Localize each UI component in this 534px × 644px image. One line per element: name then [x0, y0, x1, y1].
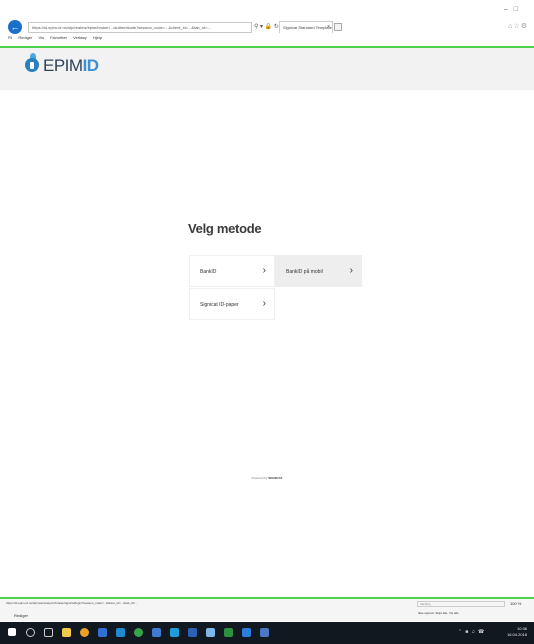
- skype-icon[interactable]: [170, 628, 179, 637]
- logo-icon: [25, 58, 39, 72]
- status-url: https://id.epim-id.no/idp/realms/epim/br…: [6, 601, 138, 605]
- menu-bar: Fil Rediger Vis Favoritter Verktøy Hjelp: [8, 35, 107, 40]
- powered-by-brand: SIGNICAT: [268, 476, 283, 480]
- logo: EPIMID: [43, 56, 99, 76]
- excel-icon[interactable]: [224, 628, 233, 637]
- browser-chrome: ← https://id.epim-id.no/idp/realms/epim/…: [0, 0, 534, 46]
- menu-item-tools[interactable]: Verktøy: [73, 35, 87, 40]
- new-tab-button[interactable]: [334, 23, 342, 31]
- word-icon[interactable]: [98, 628, 107, 637]
- powered-by: Powered by SIGNICAT: [0, 476, 534, 480]
- address-actions[interactable]: ⚲ ▾ 🔒 ↻: [254, 23, 279, 30]
- menu-item-help[interactable]: Hjelp: [93, 35, 102, 40]
- method-label: BankID på mobil: [286, 269, 323, 275]
- method-bankid-mobile[interactable]: BankID på mobil ›: [275, 255, 362, 287]
- address-bar[interactable]: https://id.epim-id.no/idp/realms/epim/br…: [28, 22, 252, 33]
- browser-tab[interactable]: Signicat Standard Template ×: [279, 21, 333, 33]
- method-label: BankID: [200, 269, 217, 275]
- task-view-icon[interactable]: [44, 628, 53, 637]
- chrome-icon[interactable]: [80, 628, 89, 637]
- method-label: Signicat ID-paper: [200, 302, 239, 308]
- menu-item-view[interactable]: Vis: [39, 35, 44, 40]
- logo-prefix: EPIM: [43, 56, 83, 75]
- menu-item-favorites[interactable]: Favoritter: [50, 35, 67, 40]
- start-icon[interactable]: [8, 628, 16, 636]
- notification-field[interactable]: Varsling: [417, 601, 505, 607]
- mail-icon[interactable]: [206, 628, 215, 637]
- clock-date: 16.04.2018: [507, 632, 528, 637]
- settings-icon[interactable]: [152, 628, 161, 637]
- menu-item-file[interactable]: Fil: [8, 35, 12, 40]
- app-icon[interactable]: [134, 628, 143, 637]
- app-icon[interactable]: [260, 628, 269, 637]
- toolbar-icons[interactable]: ⌂☆⚙: [508, 22, 528, 30]
- status-label: Rediger: [14, 613, 29, 618]
- powered-by-prefix: Powered by: [251, 476, 268, 480]
- method-bankid[interactable]: BankID ›: [189, 255, 275, 287]
- back-arrow-icon[interactable]: ←: [8, 20, 22, 34]
- clock[interactable]: 10:36 16.04.2018: [507, 626, 527, 638]
- system-tray[interactable]: ⌃■♫☎: [458, 629, 487, 635]
- method-signicat-id-paper[interactable]: Signicat ID-paper ›: [189, 288, 275, 320]
- notification-links[interactable]: Ikke opprett, Skjul alle, Vis alle: [418, 611, 459, 615]
- window-controls[interactable]: –□: [504, 6, 524, 13]
- search-icon[interactable]: [26, 628, 35, 637]
- file-explorer-icon[interactable]: [62, 628, 71, 637]
- tab-title: Signicat Standard Template: [283, 25, 332, 30]
- outlook-icon[interactable]: [188, 628, 197, 637]
- zoom-level[interactable]: 100 %: [510, 601, 521, 606]
- close-icon[interactable]: ×: [327, 22, 330, 33]
- chevron-right-icon: ›: [262, 298, 266, 309]
- page-title: Velg metode: [188, 221, 262, 236]
- menu-item-edit[interactable]: Rediger: [18, 35, 32, 40]
- chevron-right-icon: ›: [262, 265, 266, 276]
- internet-explorer-icon[interactable]: [242, 628, 251, 637]
- edge-icon[interactable]: [116, 628, 125, 637]
- logo-suffix: ID: [82, 56, 100, 75]
- chevron-right-icon: ›: [349, 265, 353, 276]
